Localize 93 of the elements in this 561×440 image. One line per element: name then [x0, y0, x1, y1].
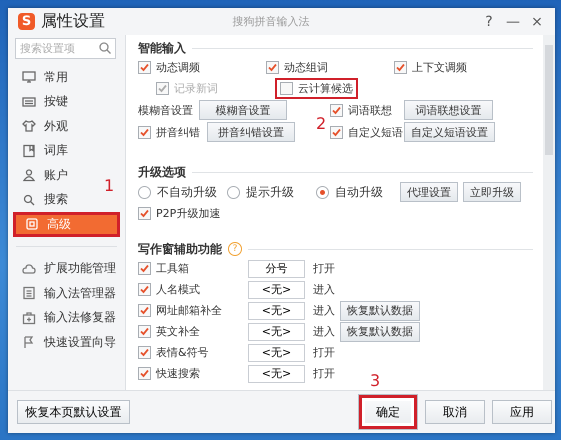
check-mark-icon: [140, 327, 149, 336]
radio-option[interactable]: 提示升级: [227, 184, 294, 200]
checkbox[interactable]: 工具箱: [133, 258, 194, 279]
tool-item[interactable]: 输入法管理器: [8, 281, 120, 306]
flag-icon: [22, 335, 36, 350]
action-label: 打开: [313, 366, 336, 381]
user-icon: [22, 168, 36, 182]
radio-option[interactable]: 自动升级: [316, 184, 383, 200]
section-title: 写作窗辅助功能: [138, 240, 222, 258]
tool-item[interactable]: 扩展功能管理: [8, 256, 120, 281]
keyboard-icon: [22, 94, 36, 109]
check-mark-icon: [332, 106, 341, 114]
checkbox[interactable]: 表情&符号: [133, 342, 214, 363]
search-field[interactable]: 搜索设置项: [15, 38, 116, 59]
checkbox[interactable]: 词语联想: [325, 100, 397, 120]
hotkey-field[interactable]: <无>: [248, 344, 305, 362]
hotkey-field[interactable]: <无>: [248, 302, 305, 320]
check-mark-icon: [140, 209, 149, 218]
book-icon: [22, 144, 36, 158]
search-icon: [22, 192, 36, 207]
hotkey-field[interactable]: <无>: [248, 322, 305, 340]
step-number: 2: [316, 114, 326, 133]
scrollbar[interactable]: [543, 35, 555, 390]
checkbox[interactable]: 人名模式: [133, 279, 205, 300]
nav-item[interactable]: 账户: [8, 163, 72, 188]
dialog-button[interactable]: 应用: [492, 400, 552, 424]
step-number: 3: [370, 371, 380, 390]
check-mark-icon: [140, 285, 149, 294]
app-logo: S: [18, 13, 35, 30]
check-mark-icon: [332, 128, 341, 136]
checkbox[interactable]: 动态调频: [133, 57, 205, 78]
cloud-icon: [22, 262, 36, 276]
check-mark-icon: [158, 84, 167, 93]
action-label: 进入: [313, 324, 336, 339]
minimize-button[interactable]: —: [501, 14, 525, 30]
section-title: 智能输入: [138, 40, 186, 56]
action-label: 打开: [313, 345, 336, 360]
checkbox[interactable]: P2P升级加速: [133, 203, 226, 224]
close-button[interactable]: ×: [525, 14, 549, 30]
window-icon: [25, 217, 39, 232]
checkbox[interactable]: 云计算候选: [275, 78, 358, 99]
option-label: 模糊音设置: [138, 102, 193, 118]
tool-item[interactable]: 输入法修复器: [8, 306, 120, 330]
settings-button[interactable]: 自定义短语设置: [404, 122, 495, 142]
search-icon: [98, 41, 112, 55]
settings-button[interactable]: 拼音纠错设置: [207, 122, 295, 142]
check-mark-icon: [140, 63, 149, 72]
checkbox[interactable]: 动态组词: [261, 57, 333, 78]
settings-button[interactable]: 模糊音设置: [199, 100, 287, 120]
checkbox[interactable]: 网址邮箱补全: [133, 300, 227, 321]
app-name: 搜狗拼音输入法: [232, 14, 310, 29]
settings-button[interactable]: 词语联想设置: [404, 100, 493, 120]
action-label: 打开: [313, 261, 336, 276]
action-label: 进入: [313, 282, 336, 297]
check-mark-icon: [140, 369, 149, 378]
shirt-icon: [22, 119, 36, 134]
restore-button[interactable]: 恢复默认数据: [340, 300, 420, 320]
checkbox[interactable]: 快速搜索: [133, 363, 205, 384]
tool-item[interactable]: 快速设置向导: [8, 330, 120, 354]
checkbox[interactable]: 拼音纠错: [133, 122, 205, 142]
radio-dot-icon: [320, 190, 325, 194]
checkbox[interactable]: 英文补全: [133, 321, 205, 342]
check-mark-icon: [140, 306, 149, 315]
dialog-button[interactable]: 确定: [358, 394, 418, 430]
restore-button[interactable]: 恢复默认数据: [340, 322, 420, 342]
nav-item[interactable]: 词库: [8, 138, 72, 163]
check-mark-icon: [140, 264, 149, 273]
toolbox-icon: [22, 310, 36, 325]
check-mark-icon: [140, 128, 149, 136]
list-icon: [22, 286, 36, 300]
upgrade-button[interactable]: 立即升级: [463, 182, 521, 202]
step-number: 1: [104, 176, 114, 195]
nav-item[interactable]: 按键: [8, 90, 72, 114]
check-mark-icon: [268, 63, 277, 72]
monitor-icon: [22, 70, 36, 84]
check-mark-icon: [140, 348, 149, 357]
hotkey-field[interactable]: <无>: [248, 364, 305, 382]
help-button[interactable]: ?: [477, 14, 501, 30]
nav-item[interactable]: 外观: [8, 114, 72, 138]
section-title: 升级选项: [138, 164, 186, 180]
hotkey-field[interactable]: 分号: [248, 260, 305, 278]
radio-option[interactable]: 不自动升级: [138, 184, 217, 200]
restore-defaults-button[interactable]: 恢复本页默认设置: [17, 400, 130, 424]
nav-item[interactable]: 搜索: [8, 188, 72, 212]
window-title: 属性设置: [41, 11, 105, 32]
action-label: 进入: [313, 303, 336, 318]
check-mark-icon: [396, 63, 405, 72]
scrollbar-thumb[interactable]: [545, 45, 553, 155]
upgrade-button[interactable]: 代理设置: [400, 182, 458, 202]
checkbox[interactable]: 上下文调频: [389, 57, 472, 78]
nav-item[interactable]: 常用: [8, 65, 72, 90]
hotkey-field[interactable]: <无>: [248, 280, 305, 298]
dialog-button[interactable]: 取消: [425, 400, 485, 424]
